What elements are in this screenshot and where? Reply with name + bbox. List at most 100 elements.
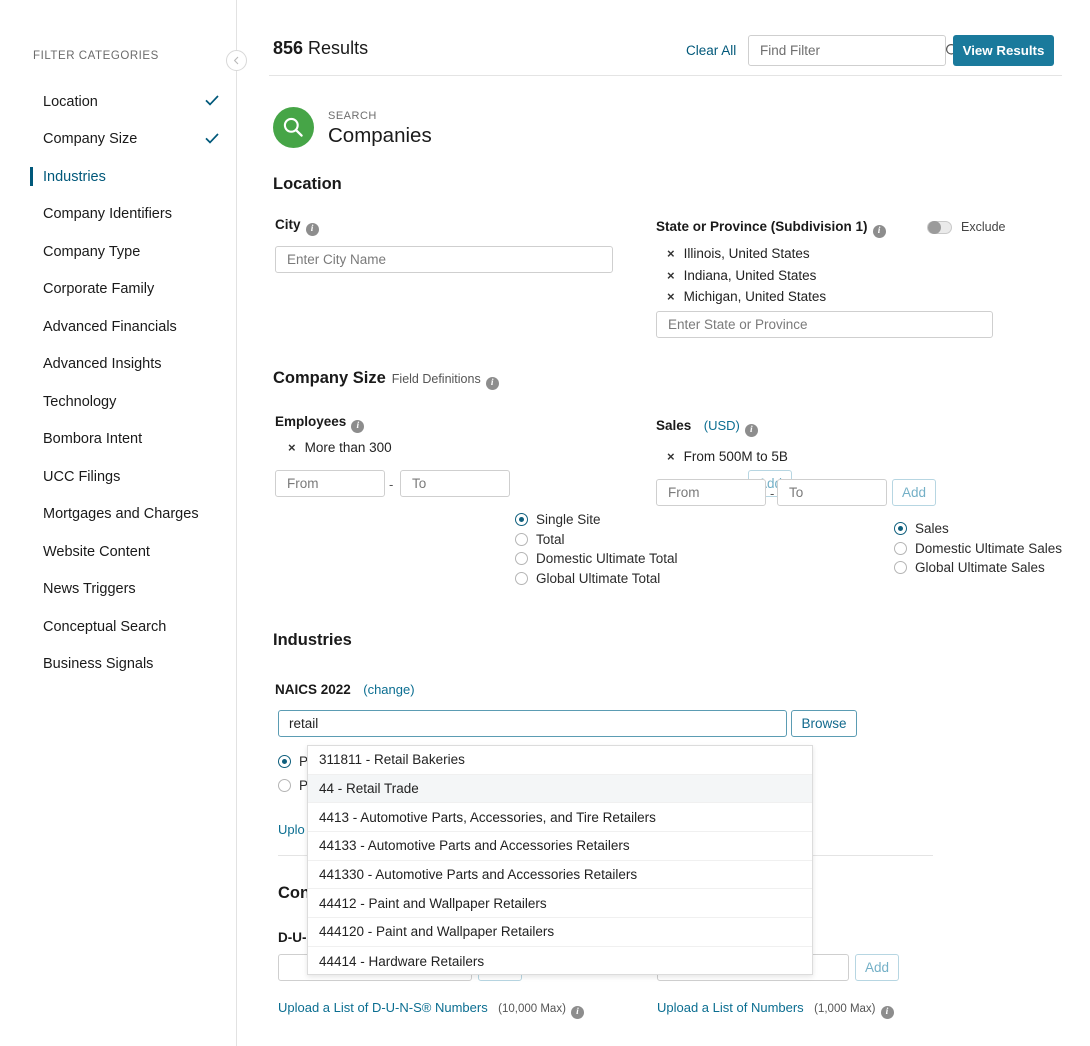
radio-label: Global Ultimate Total [536, 570, 661, 586]
remove-chip-icon[interactable]: × [667, 450, 675, 463]
radio-label: Global Ultimate Sales [915, 560, 1045, 576]
naics-suggestion-item[interactable]: 311811 - Retail Bakeries [308, 746, 812, 775]
industries-upload-link[interactable]: Uplo [278, 822, 305, 837]
sidebar-collapse-button[interactable] [226, 50, 247, 71]
exclude-toggle[interactable] [927, 220, 952, 234]
sidebar-item-bombora-intent[interactable]: Bombora Intent [0, 421, 237, 459]
upload-numbers-max: (1,000 Max) [814, 1003, 876, 1015]
remove-chip-icon[interactable]: × [667, 269, 675, 282]
sales-label: Sales [656, 418, 692, 433]
sales-chip-list: × From 500M to 5B [667, 449, 788, 464]
sidebar-item-company-size[interactable]: Company Size [0, 121, 237, 159]
naics-suggestion-item[interactable]: 44414 - Hardware Retailers [308, 947, 812, 974]
naics-suggestion-item[interactable]: 44412 - Paint and Wallpaper Retailers [308, 889, 812, 919]
employees-option-domestic-ultimate-total[interactable]: Domestic Ultimate Total [515, 549, 678, 569]
employees-from-input[interactable] [275, 470, 385, 497]
employees-option-total[interactable]: Total [515, 530, 678, 550]
city-label-row: City i [275, 216, 319, 236]
employees-chip-list: × More than 300 [288, 440, 392, 455]
info-icon[interactable]: i [872, 225, 886, 238]
info-icon[interactable]: i [485, 377, 499, 390]
sidebar-item-label: Advanced Insights [43, 356, 162, 373]
sidebar-item-location[interactable]: Location [0, 83, 237, 121]
employees-to-input[interactable] [400, 470, 510, 497]
clear-all-link[interactable]: Clear All [686, 43, 736, 58]
sidebar-item-advanced-insights[interactable]: Advanced Insights [0, 346, 237, 384]
sales-range-separator: - [770, 486, 775, 501]
sales-from-input[interactable] [656, 479, 766, 506]
sidebar-item-business-signals[interactable]: Business Signals [0, 646, 237, 684]
naics-suggestion-item[interactable]: 44 - Retail Trade [308, 774, 812, 804]
info-icon[interactable]: i [351, 420, 365, 433]
results-count: 856 Results [273, 38, 368, 59]
sidebar-item-company-type[interactable]: Company Type [0, 233, 237, 271]
info-icon[interactable]: i [880, 1006, 894, 1019]
info-icon[interactable]: i [305, 223, 319, 236]
naics-search-input[interactable] [278, 710, 787, 737]
sales-option-domestic-ultimate-sales[interactable]: Domestic Ultimate Sales [894, 539, 1062, 559]
sidebar-item-ucc-filings[interactable]: UCC Filings [0, 458, 237, 496]
industries-radio-option-secondary[interactable]: P [278, 776, 308, 796]
view-results-button[interactable]: View Results [953, 35, 1054, 66]
sidebar-item-news-triggers[interactable]: News Triggers [0, 571, 237, 609]
naics-suggestion-item[interactable]: 4413 - Automotive Parts, Accessories, an… [308, 803, 812, 833]
naics-change-link[interactable]: (change) [363, 682, 414, 697]
naics-suggestions-dropdown[interactable]: 311811 - Retail Bakeries 44 - Retail Trad… [307, 745, 813, 975]
results-number: 856 [273, 38, 304, 58]
sidebar-item-industries[interactable]: Industries [0, 158, 237, 196]
numbers-add-button[interactable]: Add [855, 954, 899, 981]
info-icon[interactable]: i [744, 424, 758, 437]
employees-range-separator: - [389, 477, 394, 492]
city-input[interactable] [275, 246, 613, 273]
info-icon[interactable]: i [570, 1006, 584, 1019]
sidebar-item-mortgages-and-charges[interactable]: Mortgages and Charges [0, 496, 237, 534]
sales-add-button[interactable]: Add [892, 479, 936, 506]
chip-label: Indiana, United States [683, 267, 817, 283]
sidebar-item-label: UCC Filings [43, 468, 121, 485]
industries-radio-option-primary[interactable]: P [278, 752, 308, 772]
filter-builder-page: FILTER CATEGORIES Location Company Size In… [0, 0, 1090, 1046]
naics-label: NAICS 2022 [275, 682, 351, 697]
upload-duns-link[interactable]: Upload a List of D-U-N-S® Numbers [278, 1000, 488, 1015]
remove-chip-icon[interactable]: × [667, 247, 675, 260]
sidebar-item-company-identifiers[interactable]: Company Identifiers [0, 196, 237, 234]
sidebar-item-conceptual-search[interactable]: Conceptual Search [0, 608, 237, 646]
upload-numbers-link[interactable]: Upload a List of Numbers [657, 1000, 804, 1015]
sales-currency[interactable]: (USD) [704, 418, 740, 433]
section-heading-industries: Industries [273, 631, 352, 649]
sidebar-item-website-content[interactable]: Website Content [0, 533, 237, 571]
sales-chip: × From 500M to 5B [667, 449, 788, 464]
naics-browse-button[interactable]: Browse [791, 710, 857, 737]
remove-chip-icon[interactable]: × [288, 441, 296, 454]
chip-label: More than 300 [304, 440, 392, 455]
sidebar-item-corporate-family[interactable]: Corporate Family [0, 271, 237, 309]
state-chip: × Illinois, United States [667, 246, 826, 261]
employees-option-global-ultimate-total[interactable]: Global Ultimate Total [515, 569, 678, 589]
sales-option-global-ultimate-sales[interactable]: Global Ultimate Sales [894, 558, 1062, 578]
sidebar-item-label: Location [43, 93, 98, 110]
radio-indicator [278, 778, 291, 792]
sidebar-item-technology[interactable]: Technology [0, 383, 237, 421]
naics-suggestion-item[interactable]: 441330 - Automotive Parts and Accessorie… [308, 861, 812, 890]
sidebar: FILTER CATEGORIES Location Company Size In… [0, 0, 237, 1046]
employees-option-single-site[interactable]: Single Site [515, 510, 678, 530]
remove-chip-icon[interactable]: × [667, 290, 675, 303]
field-definitions-link[interactable]: Field Definitions [392, 372, 481, 386]
employees-label-row: Employees i [275, 413, 365, 433]
sales-to-input[interactable] [777, 479, 887, 506]
results-word: Results [303, 38, 369, 58]
radio-indicator [515, 513, 528, 527]
sales-label-row: Sales (USD) i [656, 417, 758, 437]
sidebar-item-advanced-financials[interactable]: Advanced Financials [0, 308, 237, 346]
find-filter-box[interactable] [748, 35, 960, 66]
find-filter-input[interactable] [749, 36, 945, 65]
sales-option-sales[interactable]: Sales [894, 519, 1062, 539]
naics-suggestion-item[interactable]: 44133 - Automotive Parts and Accessories… [308, 832, 812, 861]
radio-label: Sales [915, 521, 949, 537]
exclude-toggle-row[interactable]: Exclude [927, 220, 1005, 234]
naics-suggestion-item[interactable]: 444120 - Paint and Wallpaper Retailers [308, 918, 812, 947]
sidebar-item-label: Conceptual Search [43, 618, 167, 635]
naics-label-row: NAICS 2022 (change) [275, 681, 415, 699]
state-chip: × Indiana, United States [667, 268, 826, 283]
state-input[interactable] [656, 311, 993, 338]
